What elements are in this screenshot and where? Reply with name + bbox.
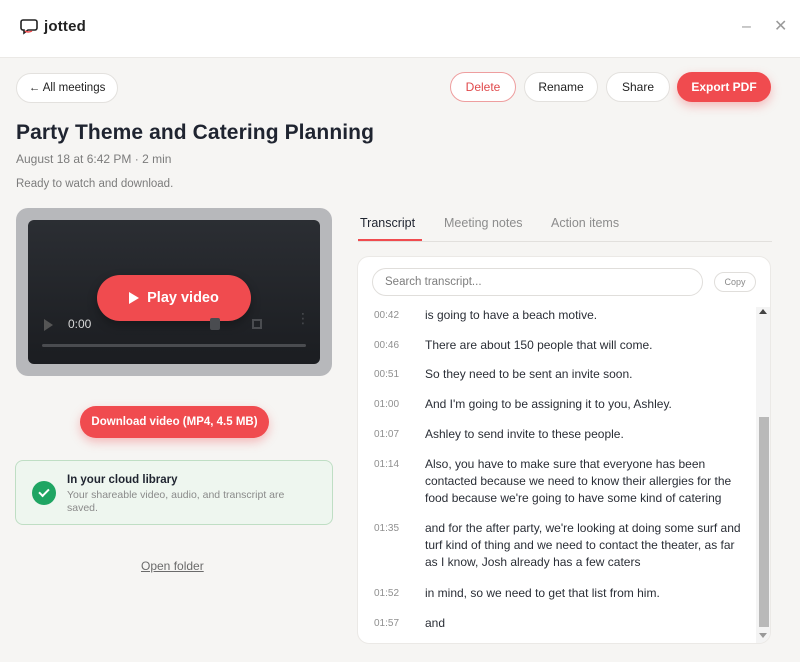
tab-meeting-notes[interactable]: Meeting notes: [444, 216, 523, 230]
app-name: jotted: [44, 17, 87, 35]
transcript-line: and for the after party, we're looking a…: [425, 521, 741, 569]
video-player: Play video 0:00 ⋮: [16, 208, 332, 376]
close-window-button[interactable]: ✕: [774, 16, 787, 36]
video-screen[interactable]: Play video 0:00 ⋮: [28, 220, 320, 364]
copy-button[interactable]: Copy: [714, 272, 756, 292]
transcript-line: and: [425, 616, 446, 630]
page-title: Party Theme and Catering Planning: [16, 121, 375, 144]
cloud-description: Your shareable video, audio, and transcr…: [67, 489, 285, 514]
delete-button[interactable]: Delete: [450, 72, 516, 102]
timestamp[interactable]: 01:57: [374, 618, 399, 629]
timestamp[interactable]: 00:46: [374, 340, 399, 351]
open-folder-link[interactable]: Open folder: [141, 559, 204, 573]
transcript-line: Ashley to send invite to these people.: [425, 427, 624, 441]
cloud-library-card: In your cloud library Your shareable vid…: [15, 460, 333, 525]
scroll-down-icon[interactable]: [759, 633, 767, 638]
export-pdf-button[interactable]: Export PDF: [677, 72, 771, 102]
scrollbar-thumb[interactable]: [759, 417, 769, 627]
rename-button[interactable]: Rename: [524, 72, 598, 102]
scroll-up-icon[interactable]: [759, 309, 767, 314]
timestamp[interactable]: 01:14: [374, 459, 399, 470]
timestamp[interactable]: 00:51: [374, 369, 399, 380]
search-transcript-input[interactable]: [372, 268, 703, 296]
timestamp[interactable]: 01:07: [374, 429, 399, 440]
more-options-icon[interactable]: ⋮: [296, 311, 310, 325]
meeting-meta: August 18 at 6:42 PM · 2 min: [16, 152, 172, 166]
tab-action-items[interactable]: Action items: [551, 216, 619, 230]
timestamp[interactable]: 01:00: [374, 399, 399, 410]
transcript-line: in mind, so we need to get that list fro…: [425, 586, 660, 600]
download-video-button[interactable]: Download video (MP4, 4.5 MB): [80, 406, 269, 438]
all-meetings-button[interactable]: ← All meetings: [16, 73, 118, 103]
play-icon: [129, 292, 140, 304]
transcript-line: So they need to be sent an invite soon.: [425, 367, 633, 381]
transcript-line: There are about 150 people that will com…: [425, 338, 653, 352]
content-tabs: Transcript Meeting notes Action items: [358, 216, 772, 242]
video-time: 0:00: [68, 317, 92, 331]
fullscreen-icon[interactable]: [252, 319, 262, 329]
minimize-button[interactable]: –: [742, 18, 751, 36]
transcript-panel: Copy 00:42 is going to have a beach moti…: [357, 256, 771, 644]
volume-icon[interactable]: [210, 318, 220, 330]
timestamp[interactable]: 00:42: [374, 310, 399, 321]
play-video-button[interactable]: Play video: [97, 275, 251, 321]
cloud-title: In your cloud library: [67, 474, 178, 486]
transcript-list: 00:42 is going to have a beach motive. 0…: [358, 307, 756, 643]
title-bar: jotted – ✕: [0, 0, 800, 58]
video-progress-bar[interactable]: [42, 344, 306, 347]
transcript-line: And I'm going to be assigning it to you,…: [425, 397, 672, 411]
active-tab-indicator: [358, 239, 422, 241]
app-logo: jotted: [20, 17, 86, 35]
transcript-line: is going to have a beach motive.: [425, 308, 598, 322]
meeting-status: Ready to watch and download.: [16, 178, 174, 190]
control-play-icon[interactable]: [44, 319, 53, 331]
tab-transcript[interactable]: Transcript: [360, 216, 415, 230]
timestamp[interactable]: 01:35: [374, 523, 399, 534]
transcript-line: Also, you have to make sure that everyon…: [425, 457, 732, 505]
chat-bubble-icon: [20, 19, 38, 35]
checkmark-icon: [32, 481, 56, 505]
share-button[interactable]: Share: [606, 72, 670, 102]
timestamp[interactable]: 01:52: [374, 588, 399, 599]
play-video-label: Play video: [147, 290, 219, 306]
